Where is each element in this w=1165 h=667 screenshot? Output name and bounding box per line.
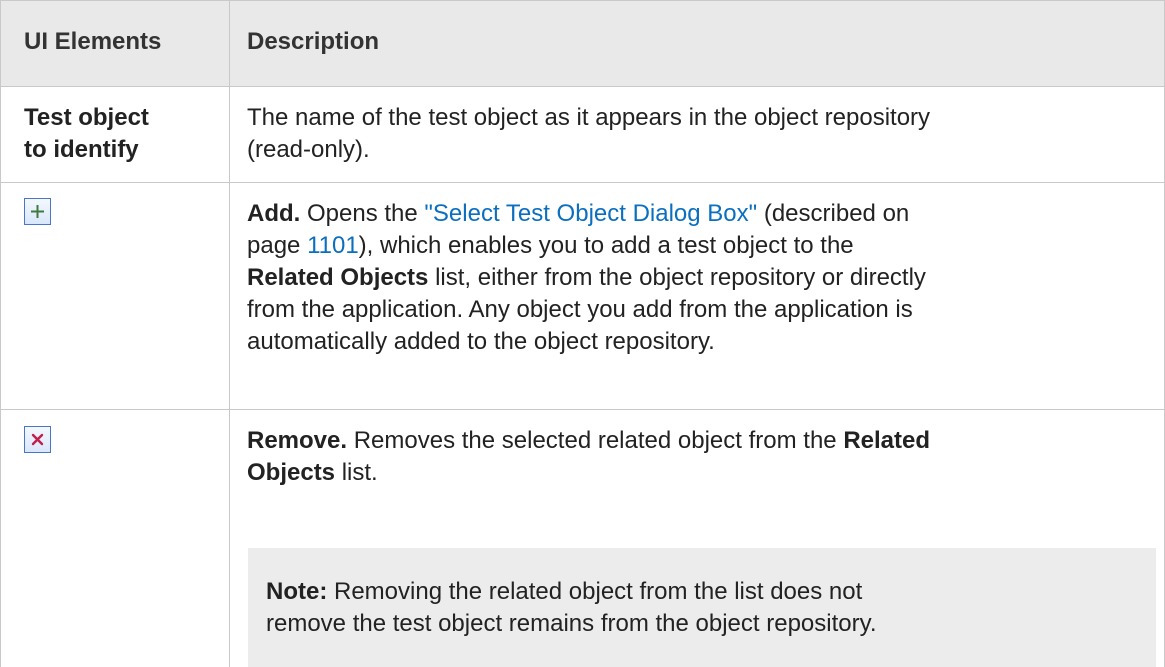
description-line: Related Objects list, either from the ob…	[247, 262, 1157, 294]
ui-element-name-line: to identify	[24, 136, 139, 163]
add-label: Add.	[247, 200, 301, 227]
related-term: Related	[843, 427, 931, 454]
description-line: automatically added to the object reposi…	[247, 328, 715, 355]
description-line: The name of the test object as it appear…	[247, 104, 931, 131]
note-content: Removing the related object from the lis…	[327, 578, 863, 605]
description-text: page	[247, 232, 308, 259]
select-test-object-link[interactable]: "Select Test Object Dialog Box"	[424, 200, 757, 227]
header-description: Description	[247, 28, 380, 55]
row-divider	[0, 182, 1165, 183]
plus-icon	[31, 205, 44, 218]
description-line: (read-only).	[247, 136, 370, 163]
description-text: list, either from the object repository …	[428, 264, 926, 291]
row-description: The name of the test object as it appear…	[247, 102, 930, 166]
x-icon	[31, 433, 44, 446]
note-line: Note: Removing the related object from t…	[266, 576, 1146, 608]
note-box: Note: Removing the related object from t…	[248, 548, 1156, 667]
add-icon[interactable]	[24, 198, 51, 225]
row-description: Remove. Removes the selected related obj…	[247, 425, 1157, 489]
note-label: Note:	[266, 578, 328, 605]
objects-term: Objects	[247, 459, 336, 486]
description-line: Remove. Removes the selected related obj…	[247, 425, 1157, 457]
description-text: Opens the	[300, 200, 425, 227]
header-ui-elements: UI Elements	[24, 28, 162, 55]
ui-element-name-line: Test object	[24, 104, 149, 131]
description-line: Objects list.	[247, 457, 1157, 489]
remove-icon[interactable]	[24, 426, 51, 453]
ui-element-name: Test object to identify	[24, 102, 149, 166]
row-description: Add. Opens the "Select Test Object Dialo…	[247, 198, 1157, 358]
related-objects-term: Related Objects	[247, 264, 429, 291]
note-text: Note: Removing the related object from t…	[266, 576, 1146, 640]
description-line: from the application. Any object you add…	[247, 296, 913, 323]
column-divider	[229, 1, 230, 667]
remove-label: Remove.	[247, 427, 348, 454]
description-line: page 1101), which enables you to add a t…	[247, 230, 1157, 262]
table-header: UI Elements Description	[0, 1, 1165, 86]
note-line: remove the test object remains from the …	[266, 610, 877, 637]
description-text: Removes the selected related object from…	[347, 427, 844, 454]
row-divider	[0, 409, 1165, 410]
page-link[interactable]: 1101	[307, 232, 359, 259]
description-line: Add. Opens the "Select Test Object Dialo…	[247, 198, 1157, 230]
table-border-left	[0, 1, 1, 667]
ui-elements-table: UI Elements Description Test object to i…	[0, 0, 1165, 667]
description-text: list.	[335, 459, 378, 486]
description-text: (described on	[757, 200, 910, 227]
description-text: ), which enables you to add a test objec…	[358, 232, 854, 259]
row-divider	[0, 86, 1165, 87]
